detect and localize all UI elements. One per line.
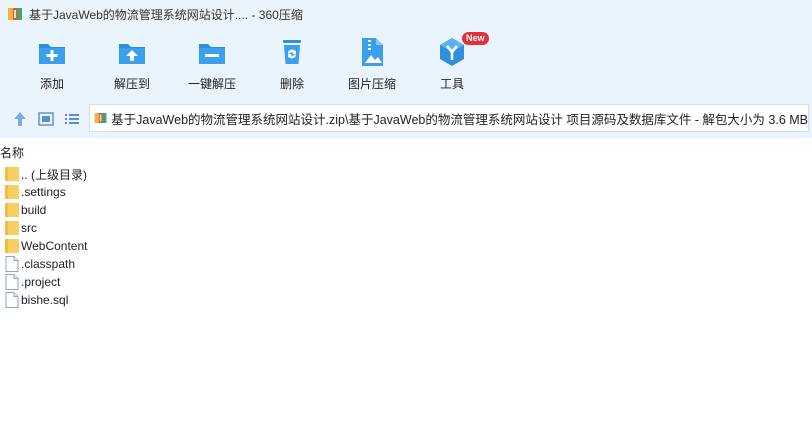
- file-name: .project: [21, 275, 61, 289]
- add-button-label: 添加: [39, 77, 64, 91]
- extract-to-label: 解压到: [113, 77, 150, 91]
- add-icon: [39, 44, 65, 64]
- archive-app-icon: [8, 8, 22, 20]
- main-toolbar: 添加 解压到 一键解压 删除 图片压缩 New 工具: [0, 28, 812, 100]
- tools-button[interactable]: New 工具: [407, 32, 497, 96]
- add-button[interactable]: 添加: [7, 34, 97, 96]
- new-badge: New: [462, 32, 489, 45]
- image-compress-button[interactable]: 图片压缩: [327, 34, 417, 96]
- file-name: .. (上级目录): [21, 167, 87, 182]
- navigation-bar: 基于JavaWeb的物流管理系统网站设计.zip\基于JavaWeb的物流管理系…: [0, 100, 812, 138]
- list-item[interactable]: bishe.sql: [0, 291, 812, 309]
- list-item[interactable]: .settings: [0, 183, 812, 201]
- up-arrow-icon[interactable]: [11, 110, 29, 128]
- file-list: 名称 .. (上级目录) .settings build src WebCont…: [0, 138, 812, 423]
- file-name: bishe.sql: [21, 293, 69, 307]
- folder-icon: [5, 167, 19, 181]
- folder-icon: [5, 185, 19, 199]
- file-name: build: [21, 203, 47, 217]
- image-compress-label: 图片压缩: [347, 77, 396, 91]
- folder-icon: [5, 239, 19, 253]
- file-name: WebContent: [21, 239, 88, 253]
- one-click-extract-label: 一键解压: [187, 77, 236, 91]
- delete-button[interactable]: 删除: [247, 34, 337, 96]
- list-item[interactable]: .. (上级目录): [0, 165, 812, 183]
- file-rows: .. (上级目录) .settings build src WebContent…: [0, 165, 812, 309]
- file-icon: [5, 292, 19, 308]
- file-name: .classpath: [21, 257, 76, 271]
- file-name: .settings: [21, 185, 66, 199]
- file-icon: [5, 256, 19, 272]
- list-view-icon[interactable]: [63, 110, 81, 128]
- delete-icon: [283, 40, 301, 64]
- one-click-extract-button[interactable]: 一键解压: [167, 34, 257, 96]
- image-compress-icon: [362, 38, 383, 66]
- delete-label: 删除: [279, 77, 304, 91]
- zip-archive-icon: [94, 113, 107, 123]
- address-path: 基于JavaWeb的物流管理系统网站设计.zip\基于JavaWeb的物流管理系…: [111, 112, 808, 127]
- folder-icon: [5, 203, 19, 217]
- file-icon: [5, 274, 19, 290]
- thumbnail-view-icon[interactable]: [37, 110, 55, 128]
- address-bar[interactable]: 基于JavaWeb的物流管理系统网站设计.zip\基于JavaWeb的物流管理系…: [89, 104, 809, 132]
- title-bar: 基于JavaWeb的物流管理系统网站设计.... - 360压缩: [0, 0, 812, 28]
- folder-icon: [5, 221, 19, 235]
- list-item[interactable]: build: [0, 201, 812, 219]
- column-header-name[interactable]: 名称: [0, 144, 24, 161]
- file-name: src: [21, 221, 37, 235]
- one-click-extract-icon: [199, 44, 225, 64]
- list-item[interactable]: .classpath: [0, 255, 812, 273]
- list-item[interactable]: .project: [0, 273, 812, 291]
- tools-label: 工具: [439, 77, 464, 91]
- window-title: 基于JavaWeb的物流管理系统网站设计.... - 360压缩: [29, 7, 303, 22]
- list-item[interactable]: WebContent: [0, 237, 812, 255]
- list-item[interactable]: src: [0, 219, 812, 237]
- extract-to-button[interactable]: 解压到: [87, 34, 177, 96]
- extract-to-icon: [119, 44, 145, 64]
